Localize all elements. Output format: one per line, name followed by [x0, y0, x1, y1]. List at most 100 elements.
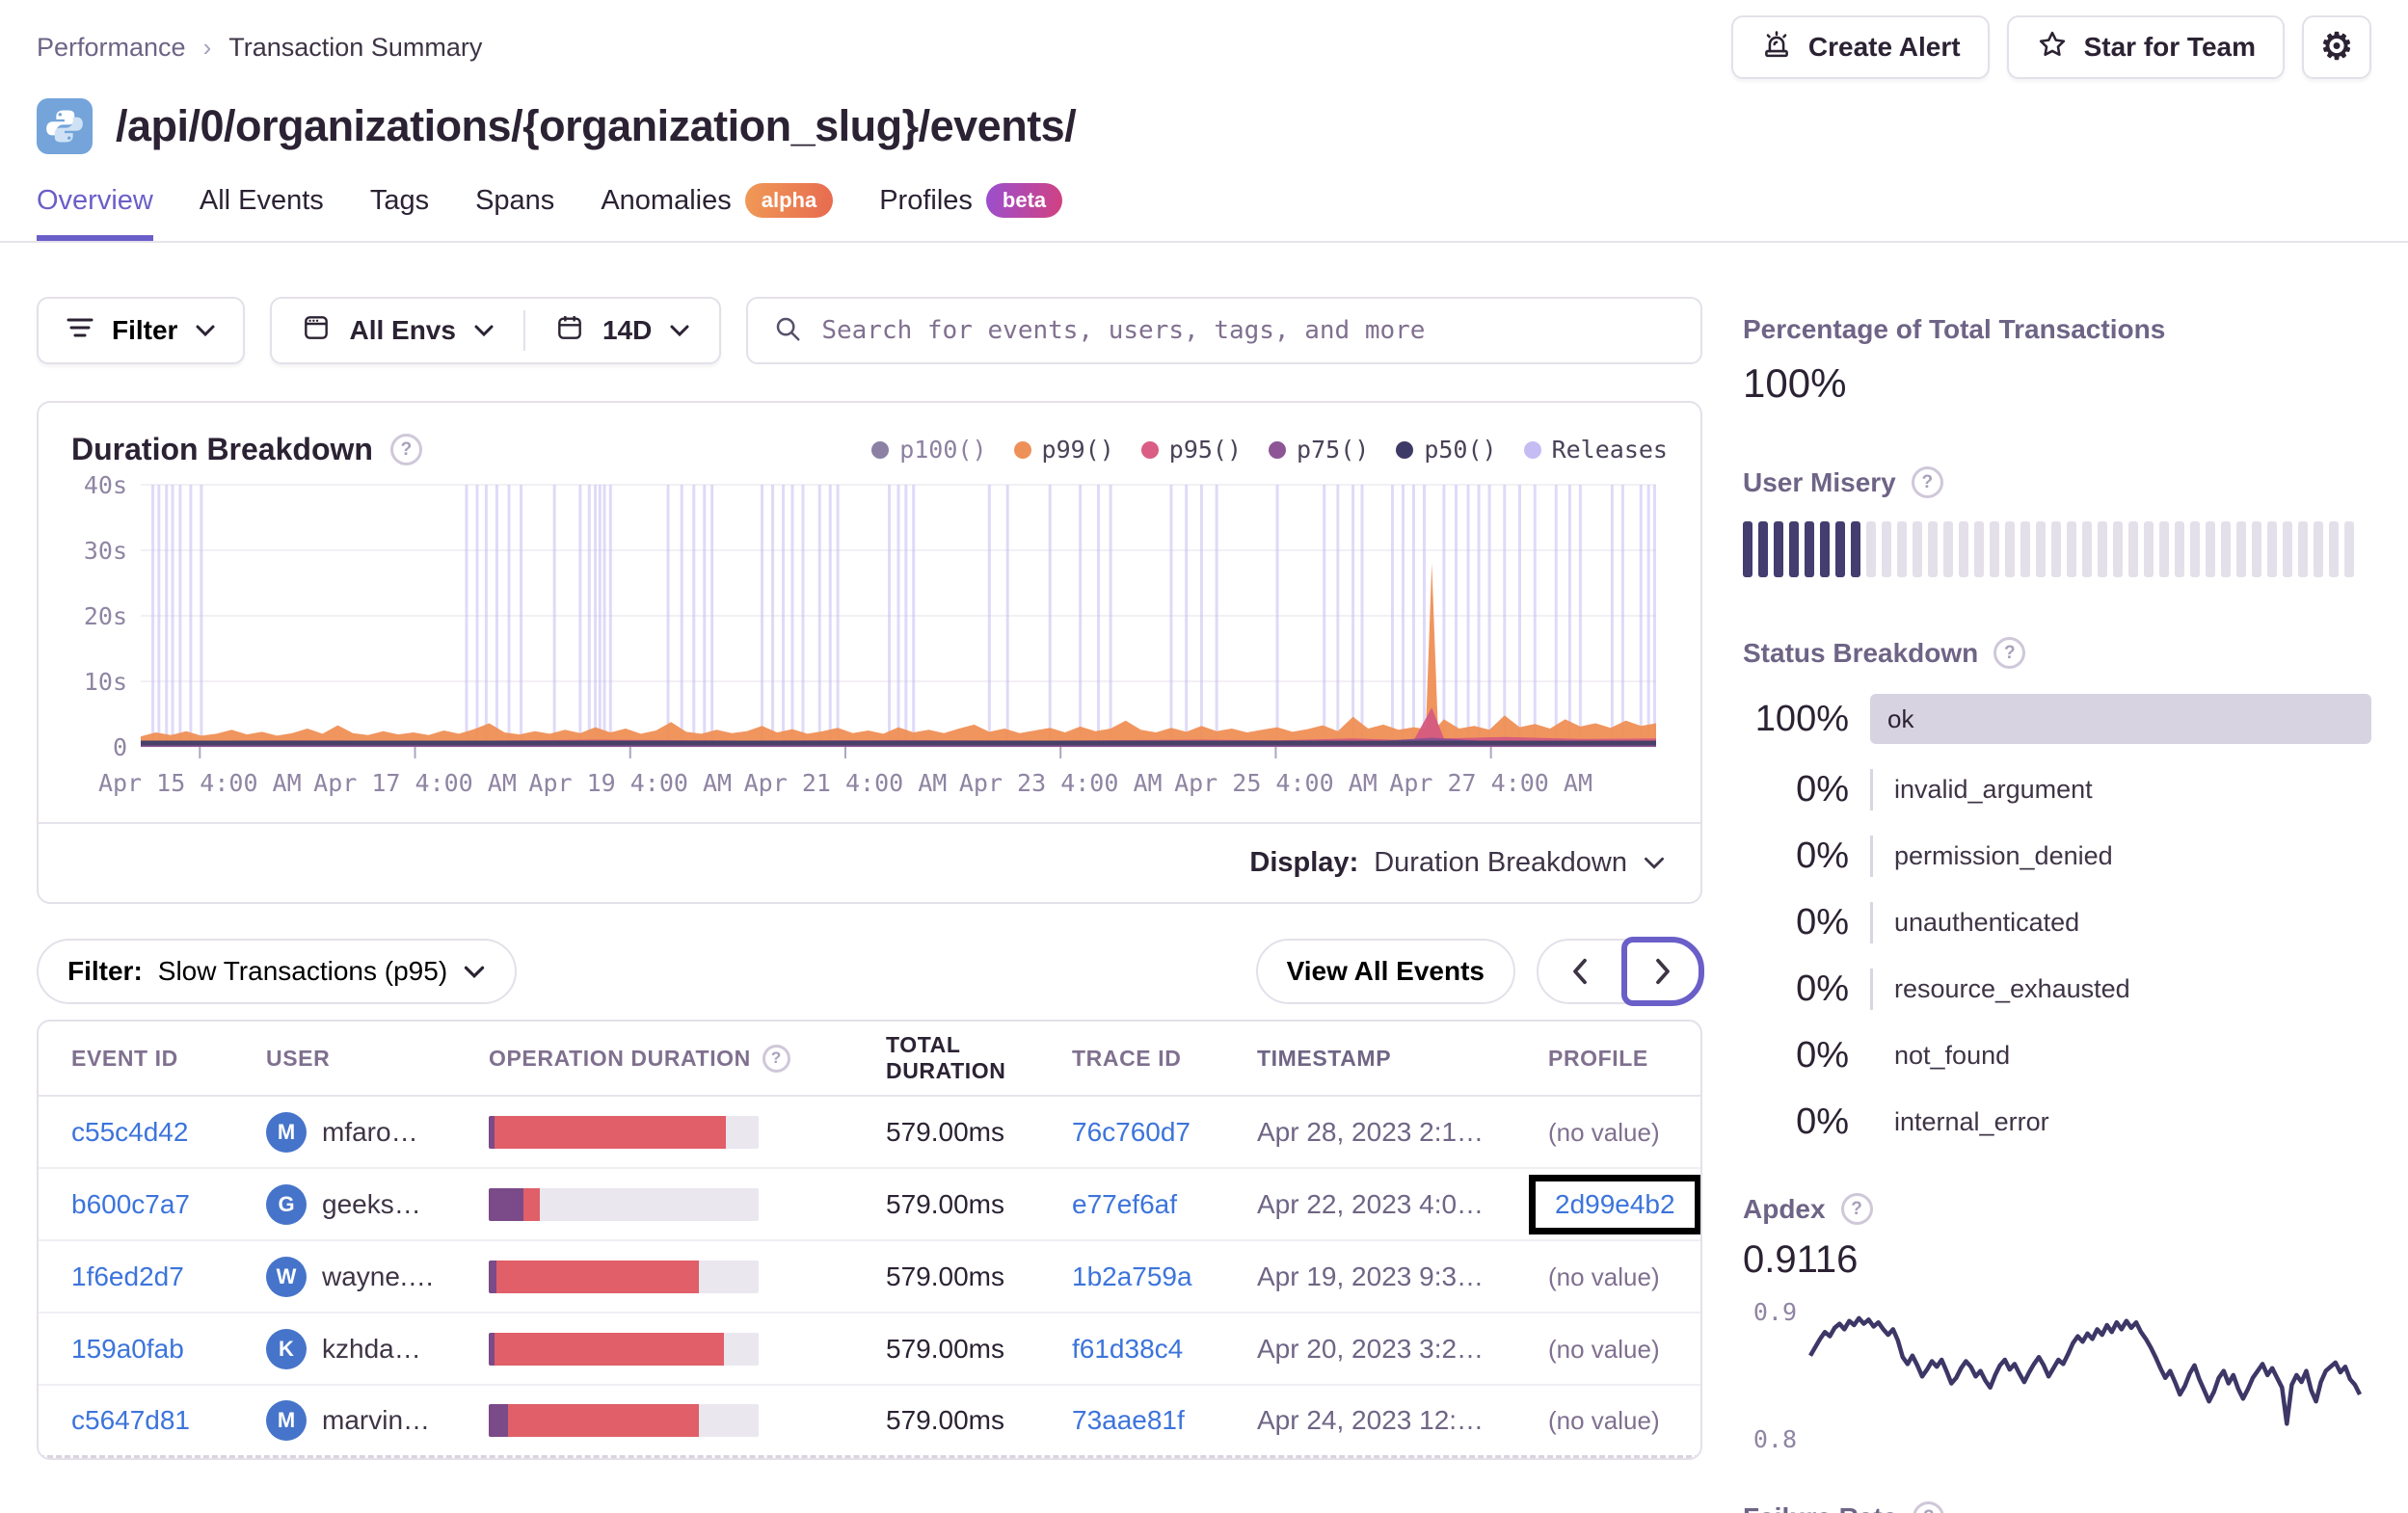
help-icon[interactable]: ? — [389, 434, 422, 465]
column-header-operation-duration[interactable]: OPERATION DURATION ? — [489, 1044, 818, 1073]
help-icon[interactable]: ? — [1913, 1501, 1945, 1513]
status-pct: 0% — [1796, 1102, 1849, 1142]
date-range-dropdown[interactable]: 14D — [525, 312, 719, 350]
trace-id-link[interactable]: 73aae81f — [1072, 1405, 1185, 1435]
trace-id-link[interactable]: f61d38c4 — [1072, 1334, 1183, 1364]
tab-label: All Events — [199, 184, 324, 216]
trace-id-link[interactable]: e77ef6af — [1072, 1189, 1177, 1219]
previous-page-button[interactable] — [1538, 941, 1621, 1002]
chevron-left-icon — [1573, 958, 1587, 985]
main-column: Filter All Envs 14D Search for events, u… — [37, 243, 1704, 1460]
tab-all-events[interactable]: All Events — [200, 183, 324, 241]
event-id-link[interactable]: 1f6ed2d7 — [71, 1261, 184, 1291]
avatar: M — [266, 1400, 307, 1441]
column-header-profile[interactable]: PROFILE — [1548, 1046, 1700, 1072]
alpha-badge: alpha — [744, 183, 834, 218]
table-row: 159a0fab Kkzhda… 579.00ms f61d38c4 Apr 2… — [39, 1314, 1700, 1386]
create-alert-label: Create Alert — [1807, 32, 1961, 62]
filter-dropdown[interactable]: Filter — [37, 297, 246, 364]
display-value[interactable]: Duration Breakdown — [1374, 847, 1627, 879]
help-icon[interactable]: ? — [1911, 466, 1943, 498]
chart-legend: p100() p99() p95() p75() p50() Releases — [871, 436, 1668, 464]
misery-tick — [2128, 521, 2138, 577]
python-platform-icon — [37, 98, 93, 154]
misery-tick — [2082, 521, 2092, 577]
svg-text:0: 0 — [113, 733, 127, 761]
legend-item-p50[interactable]: p50() — [1396, 436, 1497, 464]
help-icon[interactable]: ? — [1993, 637, 2026, 669]
legend-item-p99[interactable]: p99() — [1013, 436, 1114, 464]
event-id-link[interactable]: c55c4d42 — [71, 1117, 188, 1147]
star-for-team-button[interactable]: Star for Team — [2006, 15, 2285, 79]
legend-dot — [1140, 440, 1159, 459]
timestamp: Apr 28, 2023 2:1… — [1257, 1116, 1485, 1147]
avatar: M — [266, 1111, 307, 1153]
display-label: Display: — [1249, 847, 1359, 878]
profile-value: (no value) — [1548, 1261, 1660, 1291]
event-id-link[interactable]: b600c7a7 — [71, 1189, 190, 1219]
status-bar-ok[interactable]: ok — [1870, 694, 2371, 744]
page-title: /api/0/organizations/{organization_slug}… — [116, 101, 1077, 150]
failure-rate-label-text: Failure Rate — [1743, 1502, 1897, 1513]
legend-item-p75[interactable]: p75() — [1269, 436, 1369, 464]
trace-id-link[interactable]: 76c760d7 — [1072, 1117, 1191, 1147]
misery-tick — [1743, 521, 1752, 577]
misery-tick — [1943, 521, 1953, 577]
column-header-label: OPERATION DURATION — [489, 1045, 751, 1071]
status-name: unauthenticated — [1870, 902, 2371, 943]
help-icon[interactable]: ? — [762, 1044, 790, 1073]
environment-dropdown[interactable]: All Envs — [272, 312, 522, 350]
duration-breakdown-chart[interactable]: 40s 30s 20s 10s 0 Apr 15 4:00 AM Apr 17 4:00 A… — [66, 475, 1670, 812]
profile-link[interactable]: 2d99e4b2 — [1555, 1189, 1675, 1219]
next-page-button[interactable] — [1621, 937, 1704, 1006]
column-header-event-id[interactable]: EVENT ID — [39, 1046, 266, 1072]
table-row: c55c4d42 Mmfaro… 579.00ms 76c760d7 Apr 2… — [39, 1097, 1700, 1169]
user-name: geeks… — [322, 1188, 421, 1219]
create-alert-button[interactable]: Create Alert — [1730, 15, 1990, 79]
status-row: 0% unauthenticated — [1743, 902, 2371, 943]
legend-label: p100() — [899, 436, 987, 464]
column-header-timestamp[interactable]: TIMESTAMP — [1257, 1046, 1548, 1072]
user-misery-section: User Misery ? — [1743, 466, 2371, 577]
status-row: 100% ok — [1743, 694, 2371, 744]
tab-overview[interactable]: Overview — [37, 183, 153, 241]
tab-spans[interactable]: Spans — [475, 183, 554, 241]
event-id-link[interactable]: c5647d81 — [71, 1405, 190, 1435]
status-breakdown-label: Status Breakdown ? — [1743, 637, 2371, 669]
svg-text:Apr 15 4:00 AM: Apr 15 4:00 AM — [98, 769, 302, 797]
event-id-link[interactable]: 159a0fab — [71, 1334, 184, 1364]
tab-anomalies[interactable]: Anomalies alpha — [601, 183, 834, 241]
column-header-trace-id[interactable]: TRACE ID — [1072, 1046, 1257, 1072]
tab-tags[interactable]: Tags — [370, 183, 429, 241]
help-icon[interactable]: ? — [1840, 1193, 1873, 1225]
timestamp: Apr 22, 2023 4:0… — [1257, 1188, 1485, 1219]
user-name: mfaro… — [322, 1116, 418, 1147]
tab-label: Tags — [369, 184, 430, 216]
chevron-down-icon[interactable] — [1643, 856, 1666, 870]
misery-tick — [2005, 521, 2015, 577]
legend-label: p50() — [1424, 436, 1497, 464]
legend-item-releases[interactable]: Releases — [1523, 436, 1668, 464]
misery-tick — [2267, 521, 2277, 577]
tab-profiles[interactable]: Profiles beta — [879, 183, 1063, 241]
operation-duration-bar — [489, 1332, 759, 1366]
transactions-filter-dropdown[interactable]: Filter: Slow Transactions (p95) — [37, 939, 518, 1004]
operation-duration-bar — [489, 1404, 759, 1437]
search-input[interactable] — [821, 316, 1675, 345]
breadcrumb-performance[interactable]: Performance — [37, 33, 186, 63]
timestamp: Apr 20, 2023 3:2… — [1257, 1333, 1485, 1364]
legend-item-p95[interactable]: p95() — [1140, 436, 1242, 464]
legend-item-p100[interactable]: p100() — [871, 436, 987, 464]
cursor-highlight-box: 2d99e4b2 — [1529, 1174, 1700, 1234]
duration-breakdown-title: Duration Breakdown ? — [71, 432, 422, 467]
column-header-user[interactable]: USER — [266, 1046, 489, 1072]
status-pct: 0% — [1796, 836, 1849, 876]
column-header-total-duration[interactable]: TOTAL DURATION — [818, 1032, 1072, 1084]
view-all-events-button[interactable]: View All Events — [1255, 939, 1515, 1004]
settings-button[interactable]: ⚙ — [2302, 15, 2371, 79]
duration-breakdown-card: Duration Breakdown ? p100() p99() p95() … — [37, 401, 1702, 904]
user-misery-bar — [1743, 521, 2371, 577]
misery-tick — [1959, 521, 1968, 577]
misery-tick — [2175, 521, 2184, 577]
trace-id-link[interactable]: 1b2a759a — [1072, 1261, 1192, 1291]
